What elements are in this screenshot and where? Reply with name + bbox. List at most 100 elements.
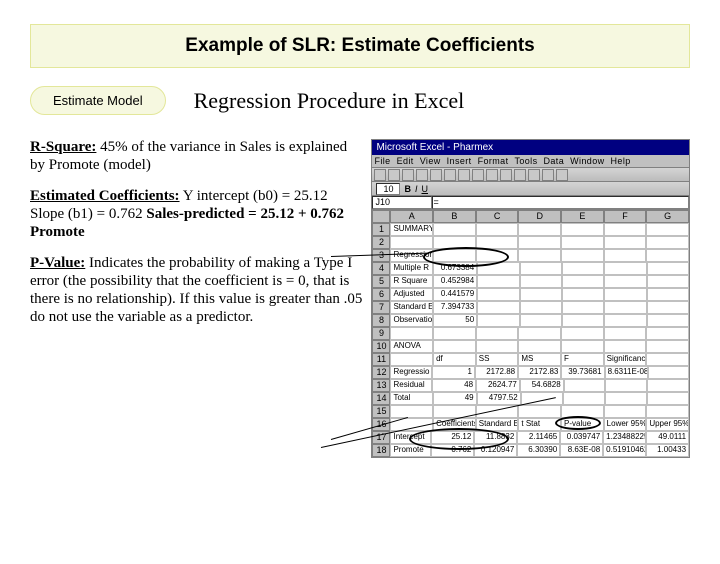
cell — [562, 275, 604, 288]
toolbar-button-icon — [458, 169, 470, 181]
cell — [477, 301, 519, 314]
column-header: C — [476, 210, 519, 223]
row-header: 13 — [372, 379, 390, 392]
coeff-line1a: Y intercept (b0) = 25.12 — [180, 188, 328, 204]
cell — [647, 262, 689, 275]
cell — [477, 275, 519, 288]
cell: Total — [390, 392, 432, 405]
cell — [562, 262, 604, 275]
cell: Upper 95% — [646, 418, 689, 431]
cell — [646, 340, 689, 353]
cell — [646, 223, 689, 236]
cell: 50 — [433, 314, 477, 327]
estimate-model-pill: Estimate Model — [30, 86, 166, 115]
cell: SS — [476, 353, 519, 366]
toolbar-button-icon — [444, 169, 456, 181]
cell: Standard Err — [476, 418, 519, 431]
table-row: 18Promote0.7620.1209476.303908.63E-080.5… — [372, 444, 689, 457]
toolbar-button-icon — [500, 169, 512, 181]
cell: F — [561, 353, 604, 366]
toolbar-button-icon — [472, 169, 484, 181]
subtitle: Regression Procedure in Excel — [194, 88, 465, 114]
cell — [604, 301, 646, 314]
cell — [646, 327, 689, 340]
cell — [561, 340, 604, 353]
rsquare-label: R-Square: — [30, 139, 96, 155]
cell: Regression Statistics — [390, 249, 433, 262]
cell — [477, 314, 519, 327]
pvalue-paragraph: P-Value: Indicates the probability of ma… — [30, 255, 363, 326]
menu-item: Help — [611, 156, 631, 166]
cell — [390, 236, 433, 249]
excel-menubar: FileEditViewInsertFormatToolsDataWindowH… — [372, 155, 689, 168]
cell: 2.11465 — [517, 431, 560, 444]
cell — [561, 223, 604, 236]
pvalue-label: P-Value: — [30, 255, 85, 271]
cell: 0.51910462 — [603, 444, 646, 457]
table-row: 5R Square0.452984 — [372, 275, 689, 288]
menu-item: File — [374, 156, 390, 166]
row-header: 8 — [372, 314, 390, 327]
coefficients-paragraph: Estimated Coefficients: Y intercept (b0)… — [30, 188, 363, 241]
cell — [562, 288, 604, 301]
row-header: 3 — [372, 249, 390, 262]
toolbar-button-icon — [416, 169, 428, 181]
cell — [520, 288, 562, 301]
toolbar-button-icon — [374, 169, 386, 181]
toolbar-button-icon — [528, 169, 540, 181]
cell — [433, 223, 476, 236]
cell — [433, 249, 476, 262]
row-header: 5 — [372, 275, 390, 288]
column-header: D — [518, 210, 561, 223]
menu-item: Data — [543, 156, 564, 166]
cell — [520, 314, 562, 327]
table-row: 9 — [372, 327, 689, 340]
cell: 0.039747 — [560, 431, 603, 444]
row-header: 12 — [372, 366, 390, 379]
cell — [646, 249, 689, 262]
cell — [390, 353, 433, 366]
row-header: 9 — [372, 327, 390, 340]
cell — [433, 340, 476, 353]
slide-title-bar: Example of SLR: Estimate Coefficients — [30, 24, 690, 68]
cell: 0.762 — [431, 444, 474, 457]
cell — [564, 379, 606, 392]
column-header: F — [604, 210, 647, 223]
cell — [518, 249, 561, 262]
cell — [647, 301, 689, 314]
cell: MS — [518, 353, 561, 366]
cell: 0.441579 — [433, 288, 477, 301]
cell: 2172.83 — [518, 366, 561, 379]
column-header: B — [433, 210, 476, 223]
cell: Multiple R — [390, 262, 432, 275]
cell — [604, 405, 647, 418]
cell: 8.63E-08 — [560, 444, 603, 457]
cell — [647, 275, 689, 288]
cell: SUMMARY OUTPUT — [390, 223, 433, 236]
cell — [561, 236, 604, 249]
table-row: 10ANOVA — [372, 340, 689, 353]
table-row: 17Intercept25.1211.88322.114650.0397471.… — [372, 431, 689, 444]
cell — [433, 327, 476, 340]
cell: P-value — [561, 418, 604, 431]
cell: 1.00433 — [646, 444, 689, 457]
cell: Coefficients — [433, 418, 476, 431]
cell: 11.8832 — [474, 431, 517, 444]
cell: 0.452984 — [433, 275, 477, 288]
menu-item: Edit — [397, 156, 414, 166]
cell: 54.6828 — [520, 379, 564, 392]
cell: Residual — [390, 379, 432, 392]
cell: 49 — [433, 392, 477, 405]
slide-title: Example of SLR: Estimate Coefficients — [185, 35, 534, 56]
toolbar-button-icon — [402, 169, 414, 181]
cell: Intercept — [390, 431, 431, 444]
cell: 0.673384 — [433, 262, 477, 275]
cell — [390, 405, 433, 418]
cell — [477, 288, 519, 301]
row-header: 4 — [372, 262, 390, 275]
cell — [433, 236, 476, 249]
cell: Significance F — [604, 353, 647, 366]
cell — [477, 262, 519, 275]
row-header: 6 — [372, 288, 390, 301]
cell — [520, 301, 562, 314]
